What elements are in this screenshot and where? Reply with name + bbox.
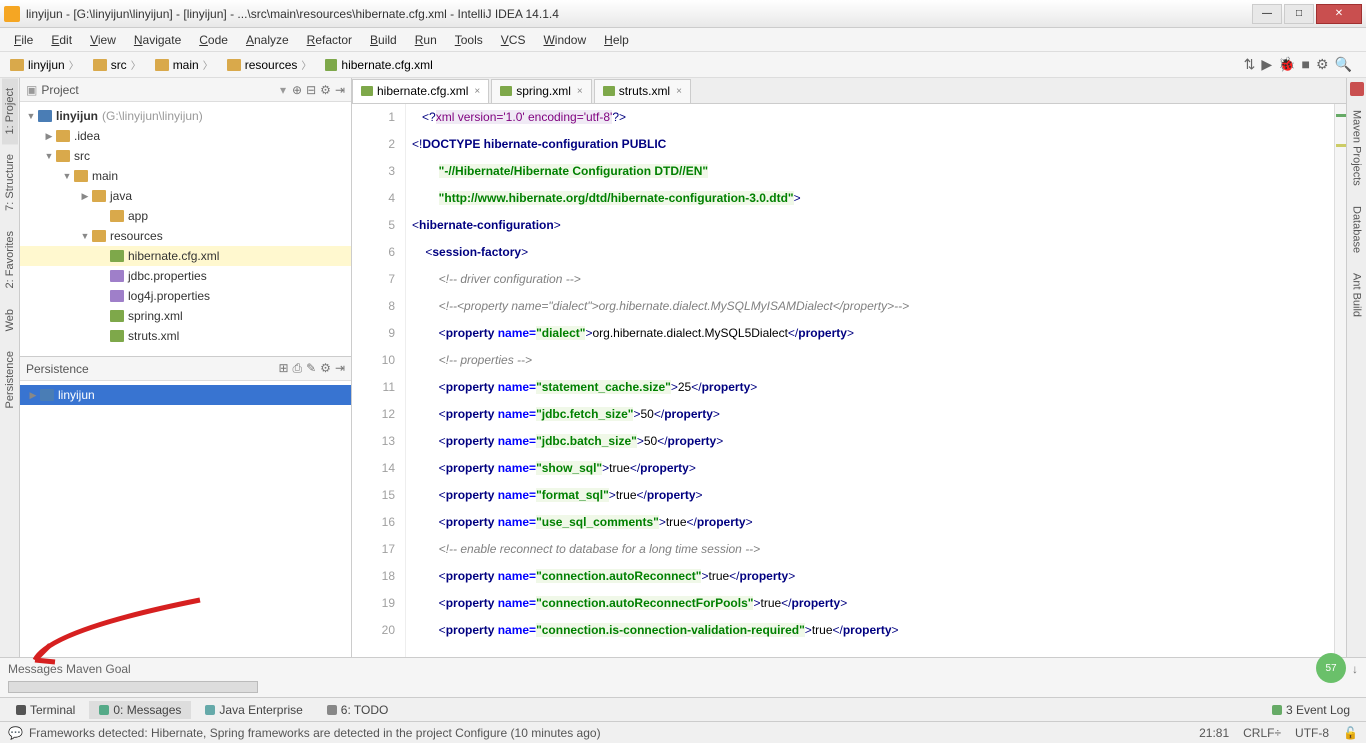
project-panel-header: ▣ Project ▾ ⊕ ⊟ ⚙ ⇥: [20, 78, 351, 102]
menu-refactor[interactable]: Refactor: [299, 31, 360, 49]
left-tool-strip: 1: Project7: Structure2: FavoritesWebPer…: [0, 78, 20, 657]
line-separator[interactable]: CRLF÷: [1243, 726, 1281, 740]
er-icon[interactable]: ⊞: [278, 361, 288, 376]
tree-root[interactable]: ▼linyijun(G:\linyijun\linyijun): [20, 106, 351, 126]
bottom-tab-javaenterprise[interactable]: Java Enterprise: [195, 701, 312, 719]
assign-icon[interactable]: ✎: [306, 361, 316, 376]
editor-tab-hibernate-cfg-xml[interactable]: hibernate.cfg.xml×: [352, 79, 489, 103]
run-icon[interactable]: ▶: [1261, 56, 1272, 73]
tree-node-main[interactable]: ▼main: [20, 166, 351, 186]
code-area[interactable]: <?xml version='1.0' encoding='utf-8'?><!…: [406, 104, 1334, 657]
tree-node-spring-xml[interactable]: spring.xml: [20, 306, 351, 326]
menu-file[interactable]: File: [6, 31, 41, 49]
messages-header: Messages Maven Goal: [8, 662, 131, 676]
cursor-position: 21:81: [1199, 726, 1229, 740]
left-tab-persistence[interactable]: Persistence: [2, 341, 18, 418]
menu-vcs[interactable]: VCS: [493, 31, 534, 49]
project-header-label: Project: [41, 83, 280, 97]
project-tree[interactable]: ▼linyijun(G:\linyijun\linyijun)▶.idea▼sr…: [20, 102, 351, 356]
tree-node-java[interactable]: ▶java: [20, 186, 351, 206]
maven-icon: [1350, 82, 1364, 96]
messages-panel: Messages Maven Goal ⚙ ↓: [0, 657, 1366, 697]
event-log-button[interactable]: 3 Event Log: [1262, 701, 1360, 719]
statusbar: 💬 Frameworks detected: Hibernate, Spring…: [0, 721, 1366, 743]
menu-window[interactable]: Window: [535, 31, 594, 49]
file-encoding[interactable]: UTF-8: [1295, 726, 1329, 740]
close-icon[interactable]: ×: [577, 86, 583, 97]
tree-node-app[interactable]: app: [20, 206, 351, 226]
lock-icon[interactable]: 🔓: [1343, 726, 1358, 740]
right-tab-database[interactable]: Database: [1349, 196, 1365, 263]
persistence-header-label: Persistence: [26, 362, 278, 376]
menu-run[interactable]: Run: [407, 31, 445, 49]
menu-help[interactable]: Help: [596, 31, 637, 49]
menu-edit[interactable]: Edit: [43, 31, 80, 49]
breadcrumb-bar: linyijunsrcmainresourceshibernate.cfg.xm…: [0, 52, 1366, 78]
gear-icon[interactable]: ⚙: [320, 361, 331, 376]
gear-icon[interactable]: ⚙: [320, 83, 331, 97]
editor-tab-struts-xml[interactable]: struts.xml×: [594, 79, 691, 103]
collapse-icon[interactable]: ⊟: [306, 83, 316, 97]
persistence-root[interactable]: ▶ linyijun: [20, 385, 351, 405]
stop-icon[interactable]: ■: [1302, 56, 1310, 73]
close-icon[interactable]: ×: [474, 86, 480, 97]
titlebar: linyijun - [G:\linyijun\linyijun] - [lin…: [0, 0, 1366, 28]
breadcrumb-linyijun[interactable]: linyijun: [4, 55, 85, 74]
scrollbar[interactable]: [8, 681, 258, 693]
right-tab-antbuild[interactable]: Ant Build: [1349, 263, 1365, 327]
menu-view[interactable]: View: [82, 31, 124, 49]
menu-analyze[interactable]: Analyze: [238, 31, 297, 49]
breadcrumb-resources[interactable]: resources: [221, 55, 318, 74]
hide-icon[interactable]: ⇥: [335, 361, 345, 376]
sync-icon[interactable]: ⇅: [1244, 56, 1256, 73]
tree-node-struts-xml[interactable]: struts.xml: [20, 326, 351, 346]
tree-node-jdbc-properties[interactable]: jdbc.properties: [20, 266, 351, 286]
menu-tools[interactable]: Tools: [447, 31, 491, 49]
floating-badge[interactable]: 57: [1316, 653, 1346, 683]
bottom-tab-terminal[interactable]: Terminal: [6, 701, 85, 719]
close-icon[interactable]: ×: [676, 86, 682, 97]
tree-node-hibernate-cfg-xml[interactable]: hibernate.cfg.xml: [20, 246, 351, 266]
scroll-from-icon[interactable]: ⊕: [292, 83, 302, 97]
bottom-tab-todo[interactable]: 6: TODO: [317, 701, 399, 719]
tree-node-src[interactable]: ▼src: [20, 146, 351, 166]
minimize-button[interactable]: —: [1252, 4, 1282, 24]
info-icon: 💬: [8, 726, 23, 740]
debug-icon[interactable]: 🐞: [1278, 56, 1295, 73]
tree-node-resources[interactable]: ▼resources: [20, 226, 351, 246]
left-tab-project[interactable]: 1: Project: [2, 78, 18, 144]
editor-tab-spring-xml[interactable]: spring.xml×: [491, 79, 592, 103]
close-button[interactable]: ✕: [1316, 4, 1362, 24]
left-tab-web[interactable]: Web: [2, 299, 18, 341]
breadcrumb-main[interactable]: main: [149, 55, 219, 74]
menu-code[interactable]: Code: [191, 31, 236, 49]
settings-icon[interactable]: ⚙: [1316, 56, 1329, 73]
app-icon: [4, 6, 20, 22]
menubar: FileEditViewNavigateCodeAnalyzeRefactorB…: [0, 28, 1366, 52]
left-tab-favorites[interactable]: 2: Favorites: [2, 221, 18, 298]
tree-node-log4j-properties[interactable]: log4j.properties: [20, 286, 351, 306]
left-tab-structure[interactable]: 7: Structure: [2, 144, 18, 221]
right-tool-strip: Maven ProjectsDatabaseAnt Build: [1346, 78, 1366, 657]
menu-build[interactable]: Build: [362, 31, 405, 49]
error-stripe[interactable]: [1334, 104, 1346, 657]
breadcrumb-src[interactable]: src: [87, 55, 147, 74]
persistence-tree[interactable]: ▶ linyijun: [20, 381, 351, 635]
hide-icon[interactable]: ↓: [1352, 662, 1358, 676]
menu-navigate[interactable]: Navigate: [126, 31, 189, 49]
maximize-button[interactable]: □: [1284, 4, 1314, 24]
console-icon[interactable]: ⎙: [293, 361, 303, 376]
status-message: Frameworks detected: Hibernate, Spring f…: [29, 726, 1199, 740]
gutter: 1234567891011121314151617181920: [352, 104, 406, 657]
editor-tabs: hibernate.cfg.xml×spring.xml×struts.xml×: [352, 78, 1346, 104]
bottom-tool-strip: Terminal0: MessagesJava Enterprise 6: TOD…: [0, 697, 1366, 721]
persistence-panel-header: Persistence ⊞ ⎙ ✎ ⚙ ⇥: [20, 357, 351, 381]
search-icon[interactable]: 🔍: [1335, 56, 1352, 73]
breadcrumb-hibernate.cfg.xml[interactable]: hibernate.cfg.xml: [319, 56, 442, 74]
hide-icon[interactable]: ⇥: [335, 83, 345, 97]
window-title: linyijun - [G:\linyijun\linyijun] - [lin…: [26, 7, 1252, 21]
bottom-tab-messages[interactable]: 0: Messages: [89, 701, 191, 719]
right-tab-mavenprojects[interactable]: Maven Projects: [1349, 100, 1365, 196]
tree-node--idea[interactable]: ▶.idea: [20, 126, 351, 146]
